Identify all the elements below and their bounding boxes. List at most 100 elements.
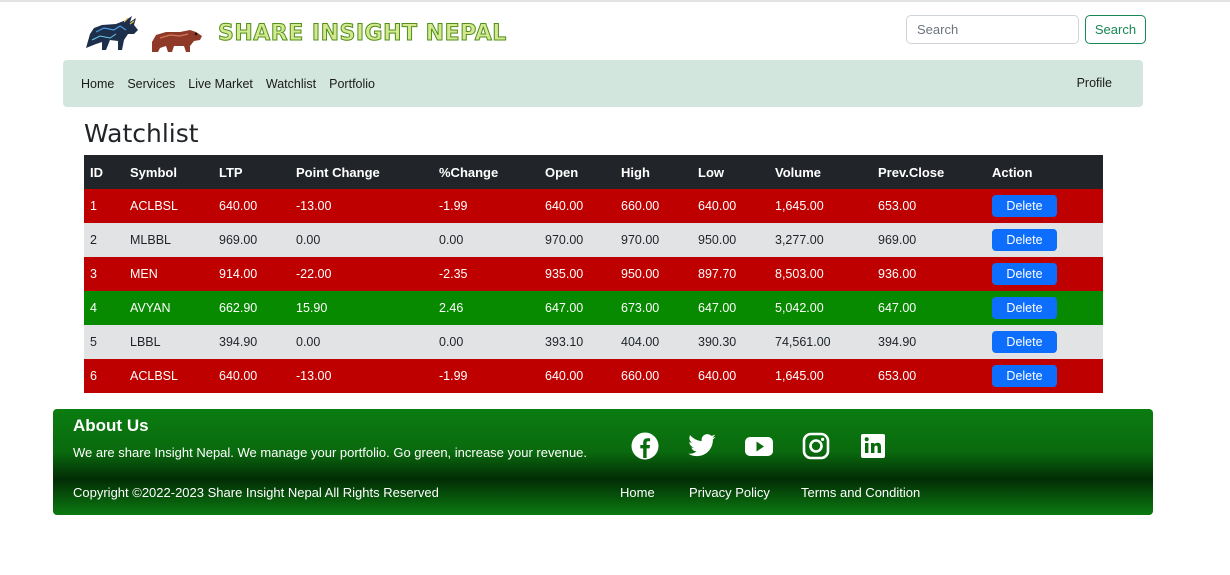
table-row: 4 AVYAN 662.90 15.90 2.46 647.00 673.00 647.00 5…: [84, 291, 1103, 325]
nav-portfolio-link[interactable]: Portfolio: [329, 77, 375, 91]
cell-prev-close: 969.00: [872, 223, 986, 257]
delete-button[interactable]: Delete: [992, 263, 1057, 285]
col-header-high: High: [615, 155, 692, 189]
cell-action: Delete: [986, 189, 1103, 223]
cell-action: Delete: [986, 359, 1103, 393]
cell-ltp: 969.00: [213, 223, 290, 257]
cell-point-change: 0.00: [290, 223, 433, 257]
cell-high: 660.00: [615, 189, 692, 223]
table-header: ID Symbol LTP Point Change %Change Open …: [84, 155, 1103, 189]
cell-point-change: 15.90: [290, 291, 433, 325]
delete-button[interactable]: Delete: [992, 229, 1057, 251]
cell-open: 935.00: [539, 257, 615, 291]
cell-ltp: 640.00: [213, 189, 290, 223]
cell-high: 673.00: [615, 291, 692, 325]
cell-volume: 8,503.00: [769, 257, 872, 291]
cell-pct-change: 0.00: [433, 325, 539, 359]
cell-pct-change: -1.99: [433, 359, 539, 393]
cell-low: 897.70: [692, 257, 769, 291]
table-row: 6 ACLBSL 640.00 -13.00 -1.99 640.00 660.00 640.…: [84, 359, 1103, 393]
nav-links: Home Services Live Market Watchlist Port…: [81, 60, 375, 107]
cell-id: 5: [84, 325, 124, 359]
cell-ltp: 662.90: [213, 291, 290, 325]
facebook-icon[interactable]: [630, 431, 660, 461]
twitter-icon[interactable]: [687, 431, 717, 461]
cell-open: 640.00: [539, 359, 615, 393]
cell-volume: 5,042.00: [769, 291, 872, 325]
about-title: About Us: [73, 416, 149, 435]
nav-live-market-link[interactable]: Live Market: [188, 77, 253, 91]
table-row: 5 LBBL 394.90 0.00 0.00 393.10 404.00 390.30 74,…: [84, 325, 1103, 359]
col-header-point-change: Point Change: [290, 155, 433, 189]
cell-prev-close: 936.00: [872, 257, 986, 291]
youtube-icon[interactable]: [744, 431, 774, 461]
search-button[interactable]: Search: [1085, 15, 1146, 44]
cell-point-change: -13.00: [290, 189, 433, 223]
col-header-symbol: Symbol: [124, 155, 213, 189]
cell-prev-close: 653.00: [872, 189, 986, 223]
brand-logo-link[interactable]: [80, 8, 208, 56]
watchlist-table: ID Symbol LTP Point Change %Change Open …: [84, 155, 1103, 393]
search-input[interactable]: [906, 15, 1079, 44]
col-header-id: ID: [84, 155, 124, 189]
instagram-icon[interactable]: [801, 431, 831, 461]
about-text: We are share Insight Nepal. We manage yo…: [73, 445, 588, 460]
cell-prev-close: 647.00: [872, 291, 986, 325]
cell-open: 640.00: [539, 189, 615, 223]
cell-high: 970.00: [615, 223, 692, 257]
cell-action: Delete: [986, 223, 1103, 257]
site-footer: About Us We are share Insight Nepal. We …: [53, 409, 1153, 515]
cell-point-change: 0.00: [290, 325, 433, 359]
col-header-pct-change: %Change: [433, 155, 539, 189]
cell-id: 4: [84, 291, 124, 325]
nav-home-link[interactable]: Home: [81, 77, 114, 91]
page-title: Watchlist: [84, 119, 199, 148]
cell-high: 404.00: [615, 325, 692, 359]
cell-id: 3: [84, 257, 124, 291]
top-border: [0, 0, 1230, 2]
cell-symbol: ACLBSL: [124, 189, 213, 223]
delete-button[interactable]: Delete: [992, 297, 1057, 319]
cell-point-change: -22.00: [290, 257, 433, 291]
delete-button[interactable]: Delete: [992, 331, 1057, 353]
table-row: 1 ACLBSL 640.00 -13.00 -1.99 640.00 660.00 640.…: [84, 189, 1103, 223]
cell-action: Delete: [986, 325, 1103, 359]
cell-low: 640.00: [692, 189, 769, 223]
cell-low: 950.00: [692, 223, 769, 257]
footer-home-link[interactable]: Home: [620, 485, 655, 500]
cell-ltp: 394.90: [213, 325, 290, 359]
footer-terms-link[interactable]: Terms and Condition: [801, 485, 920, 500]
cell-high: 950.00: [615, 257, 692, 291]
main-navbar: Home Services Live Market Watchlist Port…: [63, 60, 1143, 107]
cell-prev-close: 394.90: [872, 325, 986, 359]
cell-pct-change: -2.35: [433, 257, 539, 291]
nav-services-link[interactable]: Services: [127, 77, 175, 91]
linkedin-icon[interactable]: [858, 431, 888, 461]
cell-open: 970.00: [539, 223, 615, 257]
table-header-row: ID Symbol LTP Point Change %Change Open …: [84, 155, 1103, 189]
cell-prev-close: 653.00: [872, 359, 986, 393]
cell-volume: 1,645.00: [769, 189, 872, 223]
cell-symbol: MLBBL: [124, 223, 213, 257]
table-body: 1 ACLBSL 640.00 -13.00 -1.99 640.00 660.00 640.…: [84, 189, 1103, 393]
cell-symbol: LBBL: [124, 325, 213, 359]
nav-watchlist-link[interactable]: Watchlist: [266, 77, 316, 91]
col-header-open: Open: [539, 155, 615, 189]
col-header-volume: Volume: [769, 155, 872, 189]
delete-button[interactable]: Delete: [992, 195, 1057, 217]
cell-volume: 74,561.00: [769, 325, 872, 359]
nav-profile-link[interactable]: Profile: [1077, 76, 1112, 90]
cell-id: 6: [84, 359, 124, 393]
cell-low: 640.00: [692, 359, 769, 393]
cell-ltp: 640.00: [213, 359, 290, 393]
cell-pct-change: -1.99: [433, 189, 539, 223]
cell-action: Delete: [986, 291, 1103, 325]
delete-button[interactable]: Delete: [992, 365, 1057, 387]
cell-point-change: -13.00: [290, 359, 433, 393]
cell-symbol: ACLBSL: [124, 359, 213, 393]
cell-ltp: 914.00: [213, 257, 290, 291]
cell-open: 647.00: [539, 291, 615, 325]
footer-privacy-policy-link[interactable]: Privacy Policy: [689, 485, 770, 500]
cell-id: 1: [84, 189, 124, 223]
cell-low: 647.00: [692, 291, 769, 325]
